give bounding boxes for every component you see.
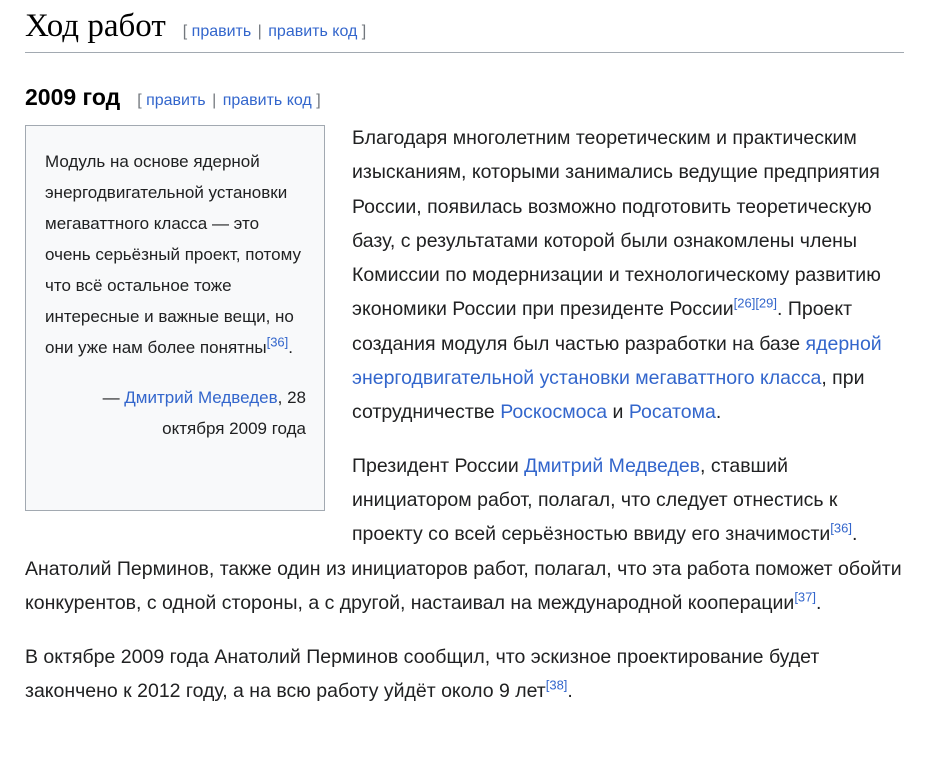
quote-citation: — Дмитрий Медведев, 28 октября 2009 года [102,388,306,438]
section-heading: Ход работ [ править | править код ] [25,0,904,53]
subsection-edit-code-link[interactable]: править код [223,92,312,109]
reference-29[interactable]: [29] [755,296,777,311]
subsection-heading: 2009 год [ править | править код ] [25,82,904,112]
quote-box: Модуль на основе ядерной энергодвигатель… [25,125,325,511]
subsection-edit-links: [ править | править код ] [137,92,321,109]
subsection-edit-link[interactable]: править [146,92,206,109]
rosatom-link[interactable]: Росатома [629,401,716,423]
paragraph-3: В октябре 2009 года Анатолий Перминов со… [25,646,820,703]
roscosmos-link[interactable]: Роскосмоса [500,401,607,423]
section-edit-link[interactable]: править [192,23,252,40]
section-edit-code-link[interactable]: править код [268,23,357,40]
reference-26[interactable]: [26] [734,296,756,311]
section-title: Ход работ [25,8,166,44]
reference-38[interactable]: [38] [546,678,568,693]
reference-36[interactable]: [36] [830,521,852,536]
quote-reference[interactable]: [36] [267,334,289,349]
reference-37[interactable]: [37] [794,589,816,604]
subsection-title: 2009 год [25,84,121,110]
quote-author-link[interactable]: Дмитрий Медведев [124,388,277,407]
section-edit-links: [ править | править код ] [182,23,367,40]
article-body: Ход работ [ править | править код ] 2009… [0,0,934,709]
quote-text: Модуль на основе ядерной энергодвигатель… [45,152,301,357]
medvedev-link[interactable]: Дмитрий Медведев [524,455,700,477]
